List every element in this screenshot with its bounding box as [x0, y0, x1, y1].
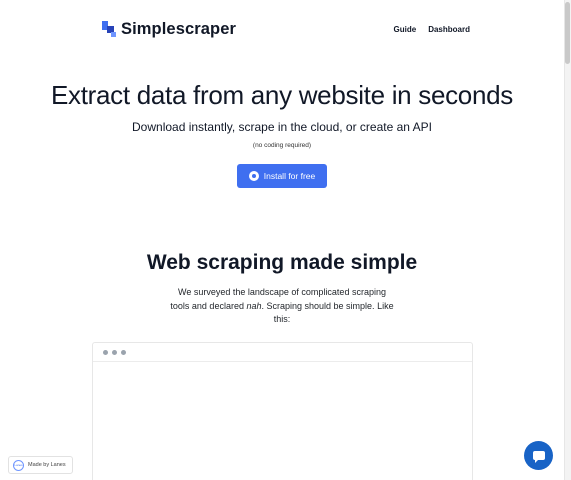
scrollbar-thumb[interactable] [565, 2, 570, 64]
section-body-end: . Scraping should be simple. Like this: [261, 300, 394, 325]
section-body: We surveyed the landscape of complicated… [170, 286, 394, 327]
browser-mockup [92, 342, 473, 480]
lanes-logo-icon: Lanes [13, 459, 24, 471]
hero-note: (no coding required) [252, 142, 312, 149]
window-dot-icon [112, 349, 117, 355]
window-dot-icon [103, 349, 108, 355]
top-nav: Guide Dashboard [394, 25, 470, 34]
window-dot-icon [121, 349, 126, 355]
nav-dashboard-link[interactable]: Dashboard [428, 25, 470, 34]
brand-logo[interactable]: Simplescraper [102, 20, 236, 39]
chat-bubble-icon [532, 451, 545, 463]
hero-subtitle: Download instantly, scrape in the cloud,… [132, 120, 432, 134]
nav-guide-link[interactable]: Guide [394, 25, 417, 34]
site-header: Simplescraper Guide Dashboard [0, 0, 564, 62]
brand-name: Simplescraper [121, 20, 237, 38]
chat-widget-button[interactable] [524, 441, 553, 470]
logo-mark-icon [102, 21, 116, 38]
chrome-icon [248, 171, 259, 181]
made-by-label: Made by Lanes [28, 462, 66, 468]
section-title: Web scraping made simple [146, 251, 418, 274]
page-scrollbar[interactable] [564, 0, 571, 480]
install-button-label: Install for free [263, 171, 316, 181]
made-by-badge[interactable]: Lanes Made by Lanes [8, 456, 73, 474]
browser-titlebar [93, 343, 472, 362]
install-button[interactable]: Install for free [237, 164, 327, 188]
hero-title: Extract data from any website in seconds [50, 80, 513, 110]
section-body-emphasis: nah [246, 300, 262, 311]
